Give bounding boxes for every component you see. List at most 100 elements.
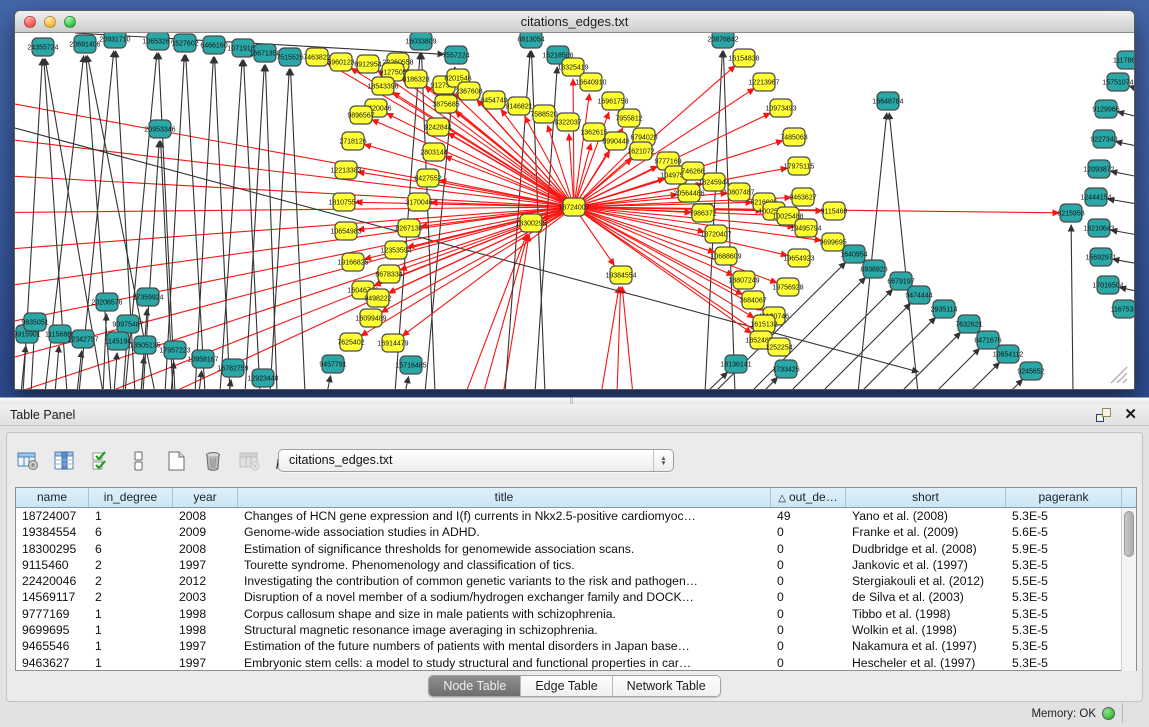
graph-node[interactable]: 17975115 [784, 157, 815, 175]
table-cell[interactable]: 0 [771, 589, 846, 605]
memory-ok-indicator[interactable] [1102, 707, 1115, 720]
table-row[interactable]: 969969511998Structural magnetic resonanc… [16, 622, 1122, 638]
citation-edge-black[interactable] [327, 376, 331, 389]
window-titlebar[interactable]: citations_edges.txt [15, 11, 1134, 33]
table-cell[interactable]: 2008 [173, 541, 238, 557]
graph-node[interactable]: 18136141 [720, 355, 751, 373]
graph-node[interactable]: 12353594 [380, 241, 411, 259]
graph-node[interactable]: 10654983 [330, 222, 361, 240]
graph-node[interactable]: 90975487 [112, 315, 143, 333]
graph-node[interactable]: 20206576 [91, 293, 122, 311]
table-settings-button[interactable] [15, 448, 41, 474]
create-table-button[interactable] [163, 448, 189, 474]
graph-node[interactable]: 16099489 [355, 309, 386, 327]
graph-node[interactable]: 18543396 [367, 77, 398, 95]
graph-node[interactable]: 12093872 [1083, 160, 1114, 178]
graph-node[interactable]: 8678334 [375, 265, 402, 283]
graph-node[interactable]: 20953346 [144, 120, 175, 138]
citation-edge-red[interactable] [574, 94, 589, 207]
table-cell[interactable]: Investigating the contribution of common… [238, 573, 771, 589]
graph-node[interactable]: 9227343 [1090, 130, 1117, 148]
graph-node[interactable]: 17359924 [132, 288, 163, 306]
graph-node[interactable]: 3875685 [432, 95, 459, 113]
table-cell[interactable]: 0 [771, 606, 846, 622]
graph-node[interactable]: 1167533 [1111, 300, 1134, 318]
graph-node[interactable]: 19384554 [605, 266, 636, 284]
table-row[interactable]: 946362711997Embryonic stem cells: a mode… [16, 655, 1122, 671]
graph-node[interactable]: 17957223 [159, 341, 190, 359]
table-row[interactable]: 1456911722003Disruption of a novel membe… [16, 589, 1122, 605]
citation-edge-red[interactable] [372, 120, 574, 207]
citation-edge-red[interactable] [15, 207, 574, 213]
graph-node[interactable]: 3684067 [739, 291, 766, 309]
table-cell[interactable]: 0 [771, 573, 846, 589]
table-row[interactable]: 911546021997Tourette syndrome. Phenomeno… [16, 557, 1122, 573]
row-options-button[interactable] [126, 448, 152, 474]
graph-node[interactable]: 20564486 [673, 184, 704, 202]
citation-edge-black[interactable] [1009, 379, 1023, 389]
table-cell[interactable]: Genome-wide association studies in ADHD. [238, 524, 771, 540]
citation-edge-black[interactable] [1116, 142, 1134, 150]
graph-node[interactable]: 8454749 [480, 91, 507, 109]
graph-node[interactable]: 1615132 [750, 315, 777, 333]
graph-node[interactable]: 19756928 [772, 278, 803, 296]
citation-edge-black[interactable] [889, 113, 918, 389]
graph-node[interactable]: 9835051 [21, 313, 48, 331]
table-cell[interactable]: 18300295 [16, 541, 89, 557]
scrollbar-thumb[interactable] [1124, 511, 1134, 557]
graph-node[interactable]: 1621072 [627, 142, 654, 160]
table-cell[interactable]: 5.6E-5 [1006, 524, 1122, 540]
graph-node[interactable]: 16648784 [872, 92, 903, 110]
float-panel-icon[interactable] [1096, 408, 1111, 422]
column-header-name[interactable]: name [16, 488, 89, 507]
tab-network-table[interactable]: Network Table [613, 676, 720, 696]
graph-node[interactable]: 10973493 [765, 99, 796, 117]
citation-edge-black[interactable] [1118, 112, 1134, 121]
graph-node[interactable]: 1640954 [840, 245, 867, 263]
table-cell[interactable]: 14569117 [16, 589, 89, 605]
citation-edge-black[interactable] [114, 353, 117, 389]
citation-edge-black[interactable] [55, 346, 59, 389]
table-cell[interactable]: Corpus callosum shape and size in male p… [238, 606, 771, 622]
table-cell[interactable]: 1 [89, 638, 173, 654]
graph-node[interactable]: 5960123 [327, 53, 354, 71]
graph-node[interactable]: 19166825 [337, 253, 368, 271]
table-row[interactable]: 1872400712008Changes of HCN gene express… [16, 508, 1122, 524]
column-header-out-de-[interactable]: △out_de… [771, 488, 846, 507]
show-column-button[interactable] [52, 448, 78, 474]
graph-node[interactable]: 10654112 [993, 345, 1024, 363]
select-all-rows-button[interactable] [89, 448, 115, 474]
graph-node[interactable]: 24355724 [27, 38, 58, 56]
graph-node[interactable]: 9129966 [1092, 100, 1119, 118]
table-cell[interactable]: 9465546 [16, 638, 89, 654]
table-cell[interactable]: 0 [771, 638, 846, 654]
table-cell[interactable]: Changes of HCN gene expression and I(f) … [238, 508, 771, 524]
table-cell[interactable]: 9777169 [16, 606, 89, 622]
graph-node[interactable]: 1252254 [765, 338, 792, 356]
graph-node[interactable]: 9474444 [905, 286, 932, 304]
citation-edge-black[interactable] [245, 65, 264, 389]
graph-node[interactable]: 7485063 [780, 128, 807, 146]
table-cell[interactable]: 1 [89, 655, 173, 671]
graph-node[interactable]: 9457791 [319, 355, 346, 373]
citation-edge-black[interactable] [215, 57, 230, 389]
graph-node[interactable]: 12342757 [67, 330, 98, 348]
graph-node[interactable]: 746266 [681, 162, 704, 180]
citation-edge-black[interactable] [1071, 225, 1073, 389]
graph-node[interactable]: 8267130 [395, 219, 422, 237]
table-cell[interactable]: 5.3E-5 [1006, 557, 1122, 573]
table-cell[interactable]: Hescheler et al. (1997) [846, 655, 1006, 671]
table-cell[interactable]: 1998 [173, 606, 238, 622]
table-cell[interactable]: Stergiakouli et al. (2012) [846, 573, 1006, 589]
graph-node[interactable]: 2935114 [931, 300, 958, 318]
table-cell[interactable]: 0 [771, 655, 846, 671]
graph-node[interactable]: 9245652 [1017, 362, 1044, 380]
graph-node[interactable]: 18245944 [698, 173, 729, 191]
table-cell[interactable]: 9115460 [16, 557, 89, 573]
table-row[interactable]: 2242004622012Investigating the contribut… [16, 573, 1122, 589]
delete-entry-button[interactable] [200, 448, 226, 474]
graph-node[interactable]: 18107554 [328, 193, 359, 211]
minimize-window-button[interactable] [44, 16, 56, 28]
citation-edge-black[interactable] [969, 362, 1000, 389]
table-cell[interactable]: 5.5E-5 [1006, 573, 1122, 589]
